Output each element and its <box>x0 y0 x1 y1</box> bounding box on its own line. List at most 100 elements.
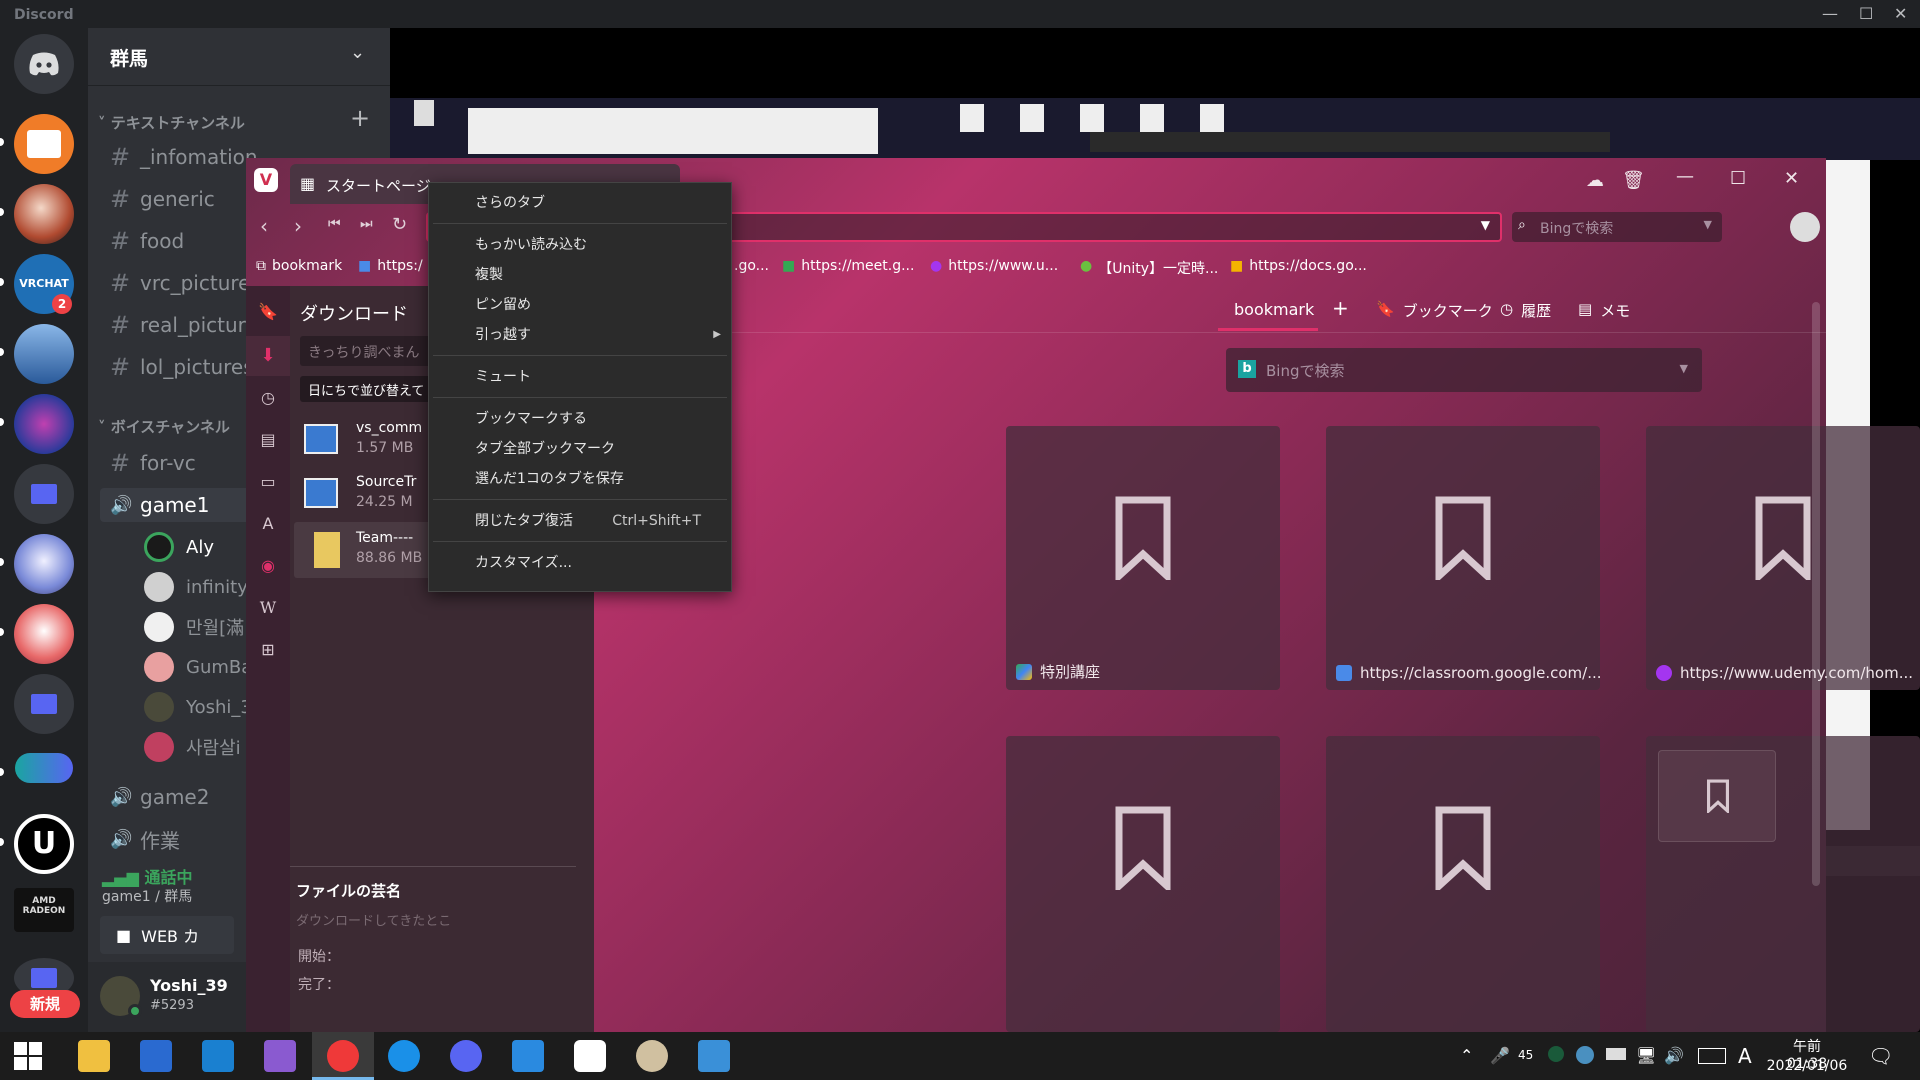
paint-icon[interactable] <box>636 1040 668 1072</box>
menu-item-new-tab[interactable]: さらのタブ <box>429 189 731 217</box>
window-panel-icon[interactable]: ▭ <box>256 470 280 494</box>
vivaldi-menu-icon[interactable]: V <box>254 168 278 192</box>
speaker-icon[interactable]: 🔊 <box>1664 1046 1684 1065</box>
network-icon[interactable]: 🖥 <box>1636 1046 1656 1065</box>
windows-start-icon[interactable] <box>14 1042 42 1070</box>
menu-item-save-tab[interactable]: 選んだ1コのタブを保存 <box>429 465 731 493</box>
menu-item-mute[interactable]: ミュート <box>429 363 731 391</box>
speed-dial-tile[interactable]: 特別講座 <box>1006 426 1280 690</box>
speed-dial-tile[interactable]: https://classroom.google.com/... <box>1326 426 1602 690</box>
voice-user[interactable]: Aly <box>144 530 214 564</box>
folder-icon[interactable] <box>14 674 74 734</box>
minimize-icon[interactable]: — <box>1822 4 1838 23</box>
close-icon[interactable]: ✕ <box>1784 168 1799 189</box>
speed-dial-tile[interactable] <box>1006 736 1280 1032</box>
discord-home-icon[interactable] <box>14 34 74 94</box>
fastforward-icon[interactable]: ⏭ <box>360 216 373 232</box>
category-text[interactable]: ˅ テキストチャンネル <box>98 112 245 133</box>
notification-icon[interactable]: 🗨 <box>1868 1044 1893 1068</box>
folder-icon[interactable] <box>14 464 74 524</box>
discord-taskbar-icon[interactable] <box>450 1040 482 1072</box>
bookmark-link[interactable]: ● 【Unity】一定時... <box>1080 258 1218 278</box>
clock-date[interactable]: 2022/01/06 <box>1766 1058 1848 1074</box>
voice-user[interactable]: 사람살i <box>144 730 241 764</box>
file-explorer-icon[interactable] <box>78 1040 110 1072</box>
bookmark-folder[interactable]: ⧉ bookmark <box>256 258 342 274</box>
server-icon-character1[interactable] <box>14 534 74 594</box>
bookmark-link[interactable]: .go... <box>734 258 769 274</box>
server-icon-amd[interactable]: AMD RADEON <box>14 888 74 932</box>
server-icon-character2[interactable] <box>14 604 74 664</box>
add-speed-dial-button[interactable] <box>1658 750 1776 842</box>
bookmark-panel-icon[interactable]: 🔖 <box>256 300 280 324</box>
category-voice[interactable]: ˅ ボイスチャンネル <box>98 416 230 437</box>
mail-icon[interactable] <box>202 1040 234 1072</box>
add-panel-icon[interactable]: ⊞ <box>256 638 280 662</box>
back-icon[interactable]: ‹ <box>260 214 268 238</box>
server-icon-mail[interactable] <box>14 114 74 174</box>
menu-item-reopen-closed[interactable]: 閉じたタブ復活 Ctrl+Shift+T <box>429 507 731 535</box>
photos-icon[interactable] <box>698 1040 730 1072</box>
trash-icon[interactable]: 🗑 <box>1622 170 1645 191</box>
vivaldi-panel-icon[interactable]: ◉ <box>256 554 280 578</box>
main-search-field[interactable]: b Bingで検索 ▼ <box>1226 348 1702 392</box>
web-camera-button[interactable]: ■ WEB カ <box>100 916 234 954</box>
server-icon-globe[interactable] <box>14 394 74 454</box>
tab-bookmarks[interactable]: 🔖 ブックマーク <box>1376 300 1493 321</box>
wikipedia-panel-icon[interactable]: W <box>256 596 280 620</box>
voice-user[interactable]: infinity <box>144 570 248 604</box>
dropdown-arrow-icon[interactable]: ▼ <box>1680 362 1688 375</box>
taskbar-active-app[interactable] <box>312 1032 374 1080</box>
firefox-icon[interactable] <box>388 1040 420 1072</box>
voice-user[interactable]: GumBas <box>144 650 262 684</box>
dropdown-arrow-icon[interactable]: ▼ <box>1704 218 1712 231</box>
server-icon-stadium[interactable] <box>14 324 74 384</box>
tab-notes[interactable]: ▤ メモ <box>1578 300 1630 321</box>
speed-dial-tile[interactable]: https://www.udemy.com/hom... <box>1646 426 1920 690</box>
voice-user[interactable]: 만월[滿 <box>144 610 244 644</box>
scrollbar[interactable] <box>1812 302 1820 886</box>
menu-item-reload[interactable]: もっかい読み込む <box>429 231 731 259</box>
menu-item-pin[interactable]: ピン留め <box>429 291 731 319</box>
menu-item-bookmark-all[interactable]: タブ全部ブックマーク <box>429 435 731 463</box>
voice-user[interactable]: Yoshi_3 <box>144 690 252 724</box>
visual-studio-icon[interactable] <box>264 1040 296 1072</box>
chevron-up-icon[interactable]: ⌃ <box>1460 1046 1473 1065</box>
profile-avatar[interactable] <box>1790 212 1820 242</box>
battery-icon[interactable] <box>1606 1048 1626 1060</box>
add-group-icon[interactable]: + <box>1332 296 1349 320</box>
rewind-icon[interactable]: ⏮ <box>328 216 341 232</box>
server-header[interactable]: 群馬 ⌄ <box>88 28 390 86</box>
tray-app-icon[interactable] <box>1548 1046 1564 1062</box>
bookmark-link[interactable]: ■ https://meet.g... <box>782 258 914 274</box>
server-icon-u[interactable]: U <box>14 814 74 874</box>
search-field[interactable]: ⌕ Bingで検索 ▼ <box>1512 212 1722 242</box>
dropdown-arrow-icon[interactable]: ▼ <box>1481 218 1490 232</box>
steam-icon[interactable] <box>1576 1046 1594 1064</box>
bookmark-link[interactable]: ● https://www.u... <box>930 258 1058 274</box>
chevron-down-icon[interactable]: ⌄ <box>350 42 365 63</box>
menu-item-customize[interactable]: カスタマイズ... <box>429 549 731 577</box>
store-icon[interactable] <box>140 1040 172 1072</box>
app-icon[interactable] <box>512 1040 544 1072</box>
menu-item-duplicate[interactable]: 複製 <box>429 261 731 289</box>
tab-bookmark-group[interactable]: bookmark <box>1234 300 1314 319</box>
oculus-icon[interactable] <box>574 1040 606 1072</box>
bookmark-link[interactable]: ■ https:/ <box>358 258 423 274</box>
bookmark-link[interactable]: ■ https://docs.go... <box>1230 258 1367 274</box>
ime-indicator[interactable]: A <box>1738 1044 1752 1068</box>
speed-dial-tile[interactable] <box>1326 736 1600 1032</box>
keyboard-icon[interactable] <box>1698 1048 1726 1064</box>
server-icon-avatar[interactable] <box>14 184 74 244</box>
add-channel-icon[interactable]: + <box>350 104 370 132</box>
speed-dial-tile[interactable] <box>1646 736 1920 1032</box>
translate-panel-icon[interactable]: A <box>256 512 280 536</box>
history-panel-icon[interactable]: ◷ <box>256 386 280 410</box>
forward-icon[interactable]: › <box>294 214 302 238</box>
maximize-icon[interactable]: ☐ <box>1730 168 1746 189</box>
maximize-icon[interactable]: ☐ <box>1859 4 1873 23</box>
notes-panel-icon[interactable]: ▤ <box>256 428 280 452</box>
reload-icon[interactable]: ↻ <box>392 214 407 235</box>
menu-item-bookmark[interactable]: ブックマークする <box>429 405 731 433</box>
close-icon[interactable]: ✕ <box>1894 4 1907 23</box>
